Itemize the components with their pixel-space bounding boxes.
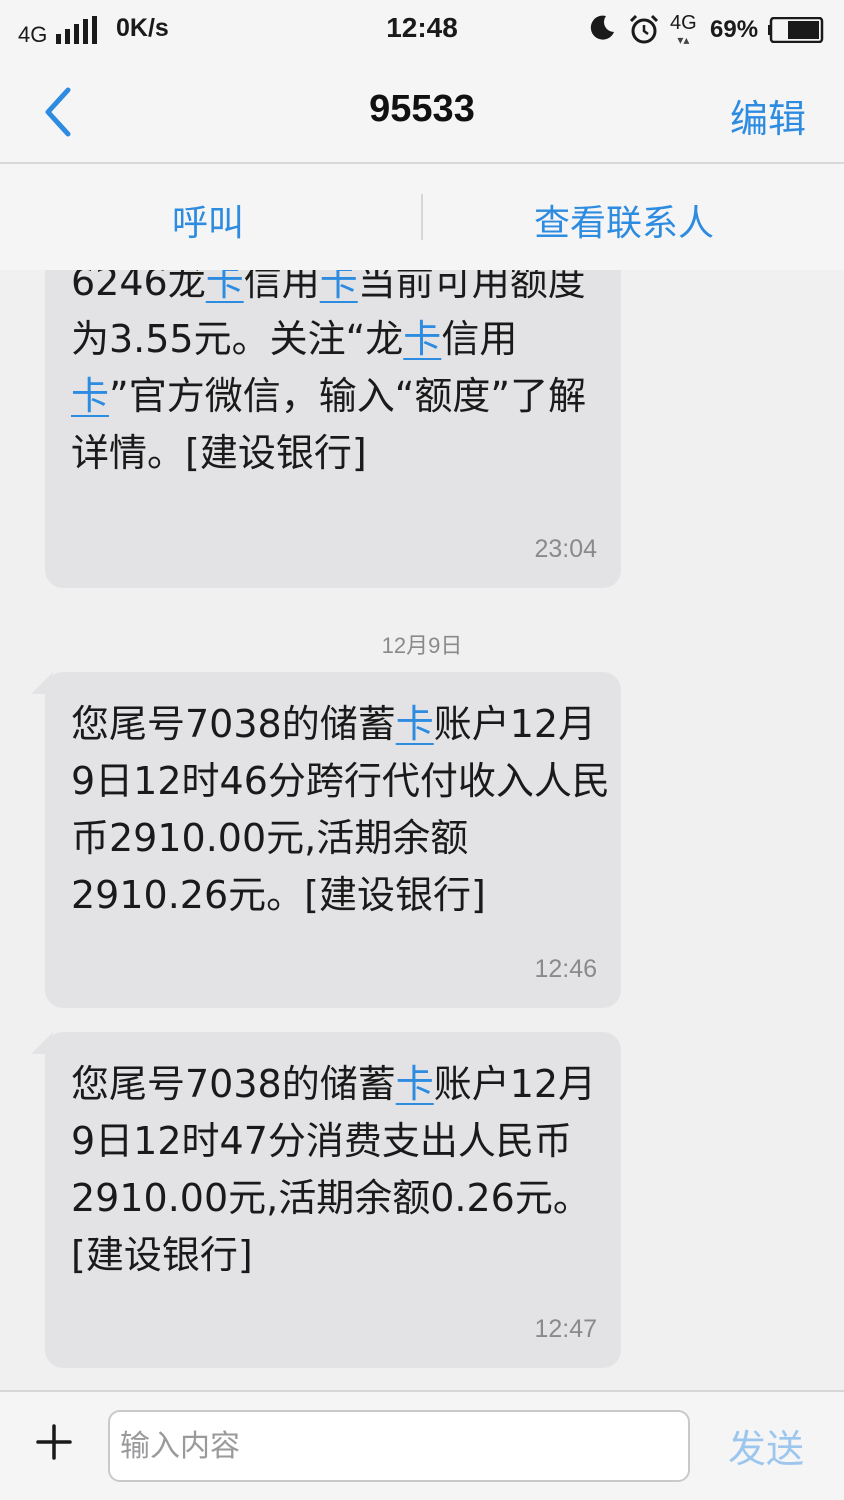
message-bubble[interactable]: 您尾号7038的储蓄卡账户12月9日12时46分跨行代付收入人民币2910.00… (31, 672, 621, 1008)
keyword-link[interactable]: 卡 (206, 270, 244, 304)
message-text: 6246龙卡信用卡当前可用额度为3.55元。关注“龙卡信用卡”官方微信，输入“额… (71, 270, 611, 482)
bubble-tail (31, 672, 53, 694)
contact-action-bar: 呼叫 查看联系人 (0, 164, 844, 270)
keyword-link[interactable]: 卡 (396, 702, 434, 746)
battery-percent: 69% (710, 16, 759, 43)
alarm-icon (629, 14, 659, 44)
message-timestamp: 23:04 (534, 535, 597, 563)
keyword-link[interactable]: 卡 (320, 270, 358, 304)
bubble-tail (31, 1032, 53, 1054)
message-input[interactable] (108, 1410, 690, 1482)
keyword-link[interactable]: 卡 (71, 374, 109, 418)
message-timestamp: 12:46 (534, 955, 597, 983)
composer-bar: 发送 (0, 1390, 844, 1500)
message-text: 您尾号7038的储蓄卡账户12月9日12时46分跨行代付收入人民币2910.00… (71, 702, 610, 917)
message-timestamp: 12:47 (534, 1315, 597, 1343)
plus-icon (36, 1424, 72, 1460)
send-button[interactable]: 发送 (728, 1418, 804, 1473)
keyword-link[interactable]: 卡 (396, 1062, 434, 1106)
view-contact-button[interactable]: 查看联系人 (534, 194, 714, 246)
message-bubble[interactable]: 6246龙卡信用卡当前可用额度为3.55元。关注“龙卡信用卡”官方微信，输入“额… (45, 270, 621, 588)
moon-icon (590, 15, 614, 40)
call-button[interactable]: 呼叫 (172, 194, 244, 246)
data-arrows-icon: ▾▴ (677, 33, 690, 47)
status-bar: 4G 0K/s 12:48 4G ▾▴ 69% (0, 0, 844, 62)
message-text: 您尾号7038的储蓄卡账户12月9日12时47分消费支出人民币2910.00元,… (71, 1062, 597, 1277)
battery-icon (768, 17, 824, 43)
attach-button[interactable] (34, 1422, 74, 1462)
keyword-link[interactable]: 卡 (403, 317, 441, 361)
edit-button[interactable]: 编辑 (730, 88, 806, 143)
message-list[interactable]: 6246龙卡信用卡当前可用额度为3.55元。关注“龙卡信用卡”官方微信，输入“额… (0, 270, 844, 1390)
message-bubble[interactable]: 您尾号7038的储蓄卡账户12月9日12时47分消费支出人民币2910.00元,… (31, 1032, 621, 1368)
conversation-title: 95533 (369, 88, 475, 130)
divider (421, 194, 423, 240)
network-type-secondary: 4G ▾▴ (670, 12, 697, 47)
date-separator: 12月9日 (381, 633, 463, 658)
title-bar: 95533 编辑 (0, 62, 844, 164)
